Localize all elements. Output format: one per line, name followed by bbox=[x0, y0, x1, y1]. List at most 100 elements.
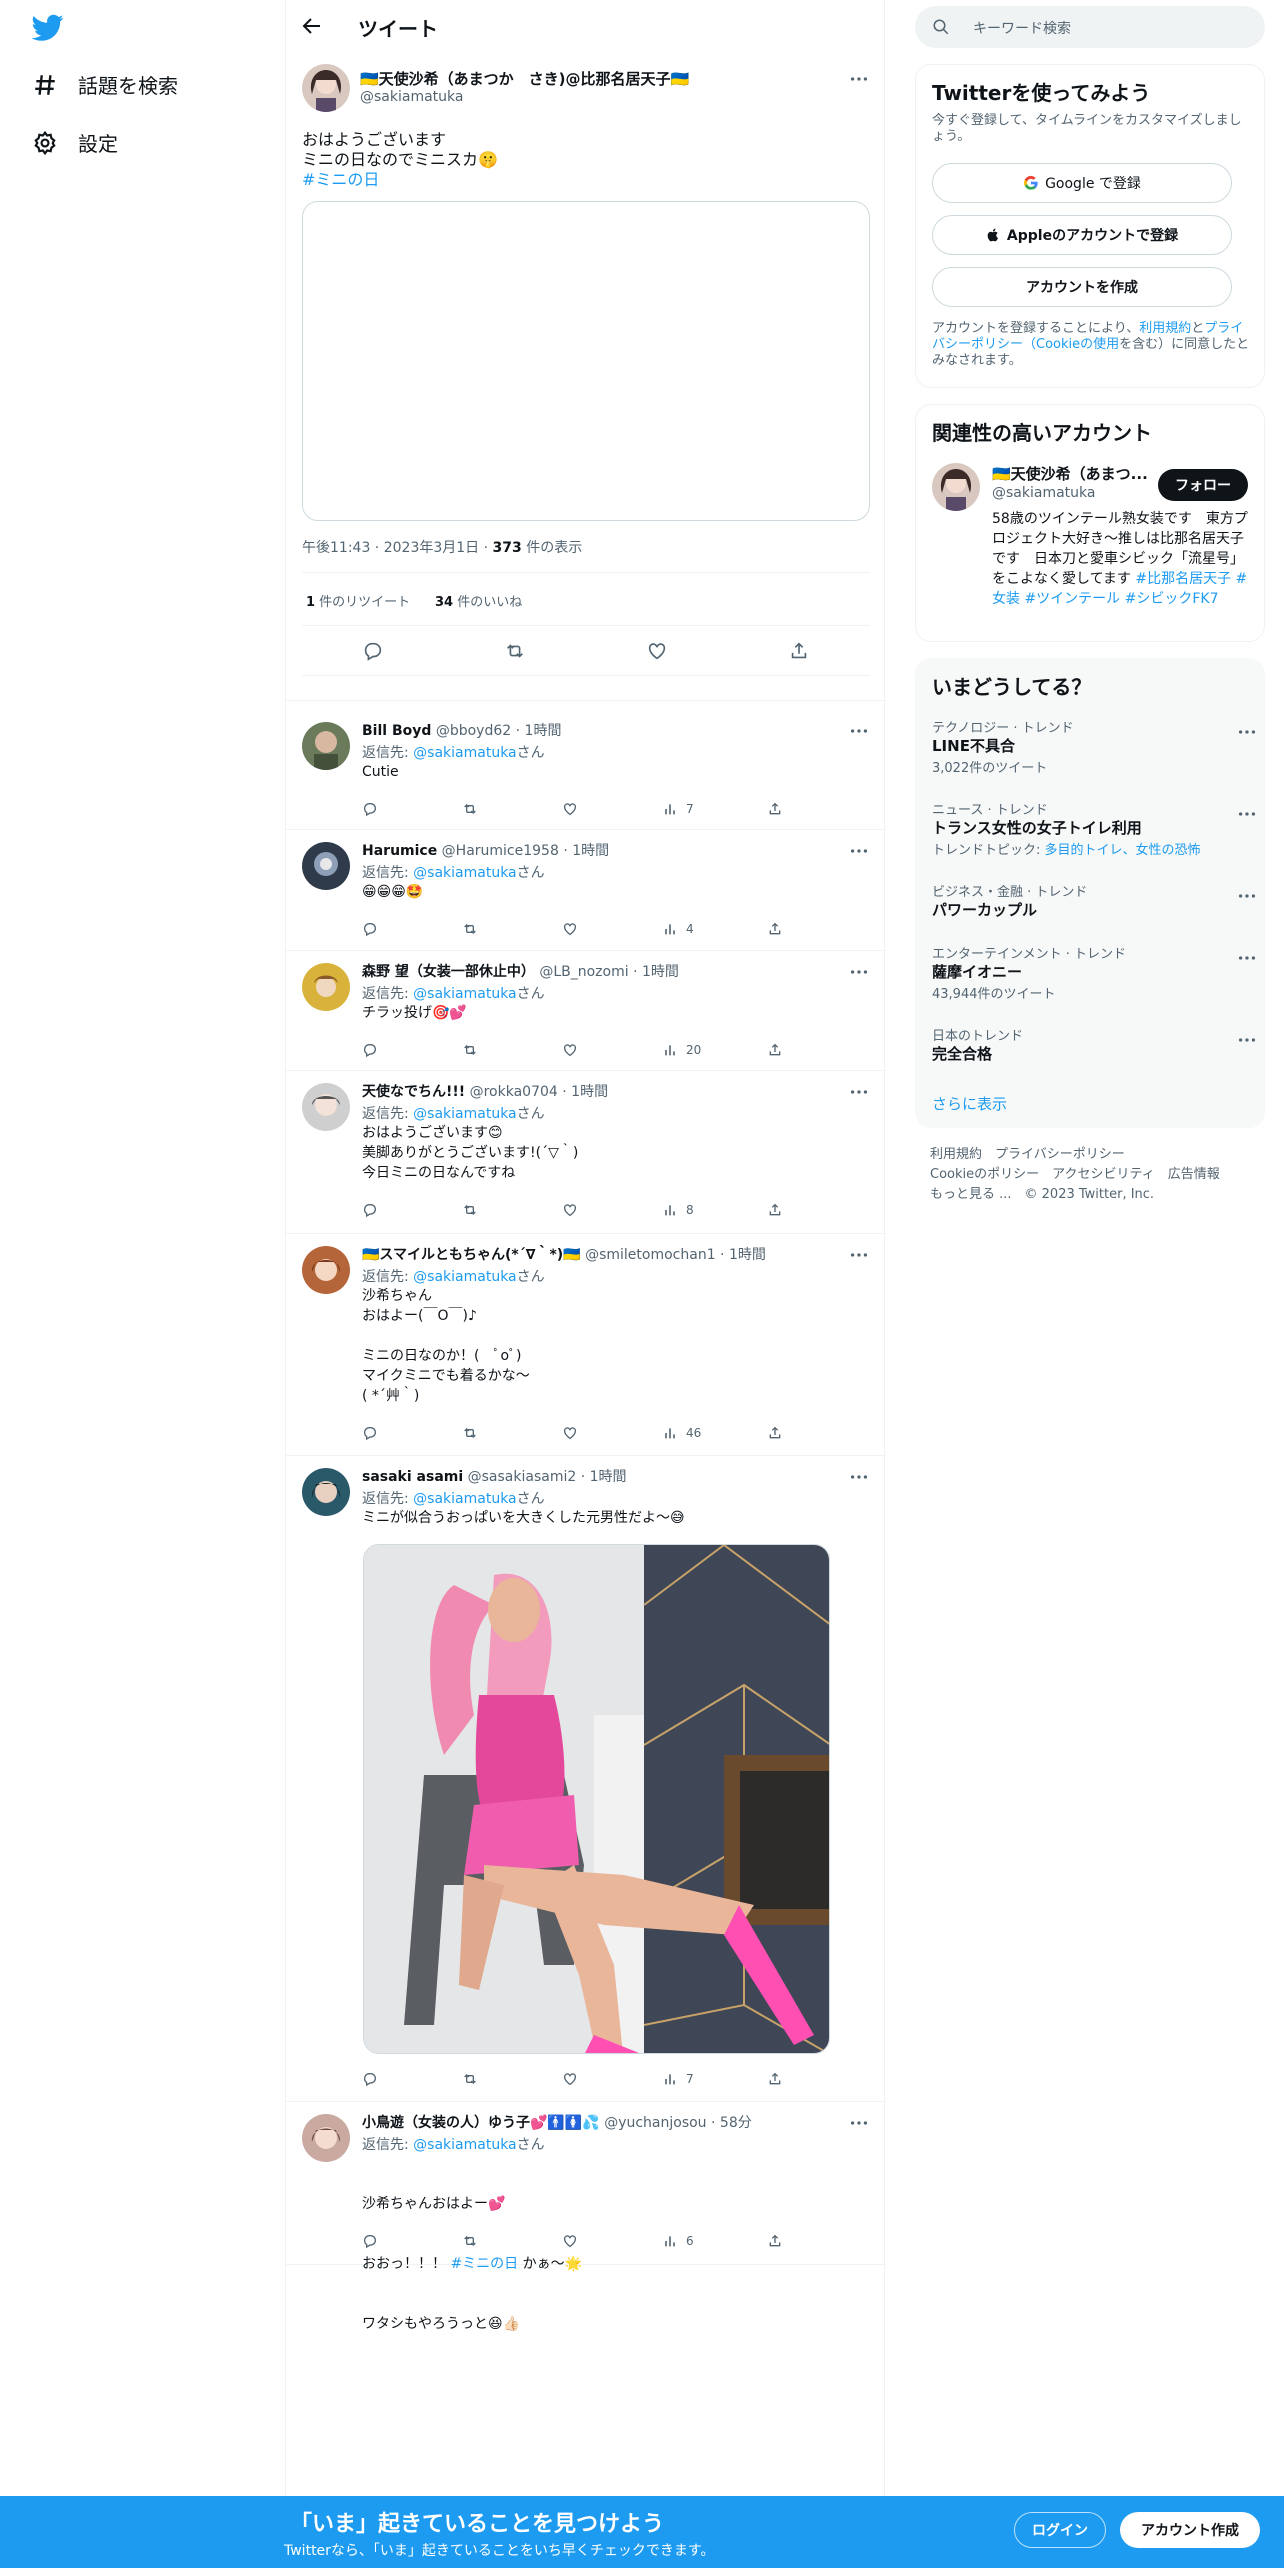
share-icon[interactable] bbox=[788, 640, 810, 662]
related-account-name[interactable]: 🇺🇦天使沙希（あまつ... bbox=[992, 463, 1148, 484]
reply-time[interactable]: 1時間 bbox=[572, 843, 609, 859]
like-action[interactable] bbox=[562, 2070, 578, 2088]
reply-icon[interactable] bbox=[362, 640, 384, 662]
login-button[interactable]: ログイン bbox=[1014, 2512, 1106, 2548]
reply-avatar[interactable] bbox=[302, 963, 350, 1011]
reply-tweet[interactable]: Harumice @Harumice1958 · 1時間 返信先: @sakia… bbox=[286, 830, 886, 951]
more-options-icon[interactable] bbox=[848, 840, 870, 862]
reply-media-image[interactable] bbox=[363, 1544, 830, 2054]
reply-time[interactable]: 1時間 bbox=[590, 1469, 627, 1485]
terms-link[interactable]: 利用規約 bbox=[1139, 321, 1191, 336]
mention-link[interactable]: @sakiamatuka bbox=[413, 745, 516, 761]
retweets-stat[interactable]: 1 件のリツイート bbox=[306, 595, 410, 610]
more-options-icon[interactable] bbox=[848, 68, 870, 90]
search-input[interactable]: キーワード検索 bbox=[915, 6, 1265, 48]
more-options-icon[interactable] bbox=[848, 720, 870, 742]
share-action[interactable] bbox=[767, 1424, 783, 1442]
like-action[interactable] bbox=[562, 1201, 578, 1219]
retweet-action[interactable] bbox=[462, 800, 478, 818]
retweet-action[interactable] bbox=[462, 920, 478, 938]
mention-link[interactable]: @sakiamatuka bbox=[413, 1269, 516, 1285]
retweet-icon[interactable] bbox=[504, 640, 526, 662]
hashtag-link[interactable]: #ミニの日 bbox=[450, 2256, 518, 2272]
hashtag-link[interactable]: #比那名居天子 bbox=[1135, 571, 1231, 587]
google-signup-button[interactable]: Google で登録 bbox=[932, 163, 1232, 203]
follow-button[interactable]: フォロー bbox=[1158, 469, 1248, 501]
more-options-icon[interactable] bbox=[848, 2112, 870, 2134]
tweet-time[interactable]: 午後11:43 bbox=[302, 540, 370, 556]
reply-author-name[interactable]: 森野 望（女装一部休止中） bbox=[362, 964, 535, 980]
footer-links-row[interactable]: Cookieのポリシー アクセシビリティ 広告情報 bbox=[930, 1165, 1220, 1185]
reply-author-handle[interactable]: @yuchanjosou bbox=[604, 2115, 706, 2131]
tweet-media[interactable] bbox=[302, 201, 870, 521]
likes-stat[interactable]: 34 件のいいね bbox=[435, 595, 522, 610]
author-name[interactable]: 🇺🇦天使沙希（あまつか さき)@比那名居天子🇺🇦 bbox=[360, 68, 689, 89]
reply-time[interactable]: 1時間 bbox=[729, 1247, 766, 1263]
reply-tweet[interactable]: 🇺🇦スマイルともちゃん(*´∇｀*)🇺🇦 @smiletomochan1 · 1… bbox=[286, 1234, 886, 1456]
share-action[interactable] bbox=[767, 1041, 783, 1059]
more-options-icon[interactable] bbox=[1236, 803, 1258, 825]
reply-action[interactable] bbox=[362, 1201, 378, 1219]
reply-author-handle[interactable]: @rokka0704 bbox=[470, 1084, 558, 1100]
related-account-avatar[interactable] bbox=[932, 463, 980, 511]
nav-settings[interactable]: 設定 bbox=[32, 128, 118, 157]
reply-author-handle[interactable]: @sasakiasami2 bbox=[468, 1469, 577, 1485]
footer-links-row[interactable]: 利用規約 プライバシーポリシー bbox=[930, 1145, 1125, 1165]
retweet-action[interactable] bbox=[462, 1041, 478, 1059]
author-avatar[interactable] bbox=[302, 64, 350, 112]
reply-author-handle[interactable]: @LB_nozomi bbox=[539, 964, 628, 980]
reply-tweet[interactable]: 天使なでちん!!! @rokka0704 · 1時間 返信先: @sakiama… bbox=[286, 1071, 886, 1234]
reply-action[interactable] bbox=[362, 2070, 378, 2088]
retweet-action[interactable] bbox=[462, 1424, 478, 1442]
views-action[interactable]: 7 bbox=[662, 800, 694, 818]
like-action[interactable] bbox=[562, 920, 578, 938]
share-action[interactable] bbox=[767, 2070, 783, 2088]
reply-author-name[interactable]: 小鳥遊（女装の人）ゆう子💕🚹🚺💦 bbox=[362, 2115, 600, 2131]
views-action[interactable]: 4 bbox=[662, 920, 694, 938]
views-action[interactable]: 8 bbox=[662, 1201, 694, 1219]
footer-links-row[interactable]: もっと見る ... © 2023 Twitter, Inc. bbox=[930, 1185, 1154, 1205]
like-action[interactable] bbox=[562, 1041, 578, 1059]
reply-time[interactable]: 58分 bbox=[720, 2115, 752, 2131]
trend-item[interactable]: ビジネス・金融 · トレンド パワーカップル bbox=[916, 881, 1266, 931]
mention-link[interactable]: @sakiamatuka bbox=[413, 1106, 516, 1122]
mention-link[interactable]: @sakiamatuka bbox=[413, 2137, 516, 2153]
more-options-icon[interactable] bbox=[1236, 721, 1258, 743]
reply-avatar[interactable] bbox=[302, 2114, 350, 2162]
hashtag-link[interactable]: #ミニの日 bbox=[302, 170, 379, 189]
related-account-handle[interactable]: @sakiamatuka bbox=[992, 485, 1095, 501]
create-account-button[interactable]: アカウントを作成 bbox=[932, 267, 1232, 307]
reply-avatar[interactable] bbox=[302, 1246, 350, 1294]
more-options-icon[interactable] bbox=[848, 1244, 870, 1266]
retweet-action[interactable] bbox=[462, 1201, 478, 1219]
reply-avatar[interactable] bbox=[302, 1468, 350, 1516]
twitter-logo-icon[interactable] bbox=[32, 14, 64, 42]
views-action[interactable]: 20 bbox=[662, 1041, 701, 1059]
more-options-icon[interactable] bbox=[848, 961, 870, 983]
reply-time[interactable]: 1時間 bbox=[642, 964, 679, 980]
trend-item[interactable]: 日本のトレンド 完全合格 bbox=[916, 1025, 1266, 1075]
reply-action[interactable] bbox=[362, 1041, 378, 1059]
share-action[interactable] bbox=[767, 920, 783, 938]
like-action[interactable] bbox=[562, 1424, 578, 1442]
trend-item[interactable]: テクノロジー · トレンド LINE不具合 3,022件のツイート bbox=[916, 717, 1266, 787]
tweet-date[interactable]: 2023年3月1日 bbox=[384, 540, 479, 556]
signup-button[interactable]: アカウント作成 bbox=[1120, 2512, 1260, 2548]
reply-author-name[interactable]: 天使なでちん!!! bbox=[362, 1084, 465, 1100]
reply-action[interactable] bbox=[362, 2232, 378, 2250]
reply-avatar[interactable] bbox=[302, 1083, 350, 1131]
more-options-icon[interactable] bbox=[848, 1081, 870, 1103]
more-options-icon[interactable] bbox=[1236, 947, 1258, 969]
nav-explore[interactable]: 話題を検索 bbox=[32, 70, 178, 99]
back-arrow-icon[interactable] bbox=[300, 14, 324, 38]
retweet-action[interactable] bbox=[462, 2232, 478, 2250]
reply-action[interactable] bbox=[362, 1424, 378, 1442]
reply-time[interactable]: 1時間 bbox=[571, 1084, 608, 1100]
reply-avatar[interactable] bbox=[302, 722, 350, 770]
trend-topic-links[interactable]: 多目的トイレ、女性の恐怖 bbox=[1045, 843, 1201, 858]
reply-author-handle[interactable]: @Harumice1958 bbox=[442, 843, 559, 859]
hashtag-link[interactable]: #シビックFK7 bbox=[1125, 591, 1219, 607]
author-handle[interactable]: @sakiamatuka bbox=[360, 89, 463, 105]
views-action[interactable]: 7 bbox=[662, 2070, 694, 2088]
mention-link[interactable]: @sakiamatuka bbox=[413, 865, 516, 881]
